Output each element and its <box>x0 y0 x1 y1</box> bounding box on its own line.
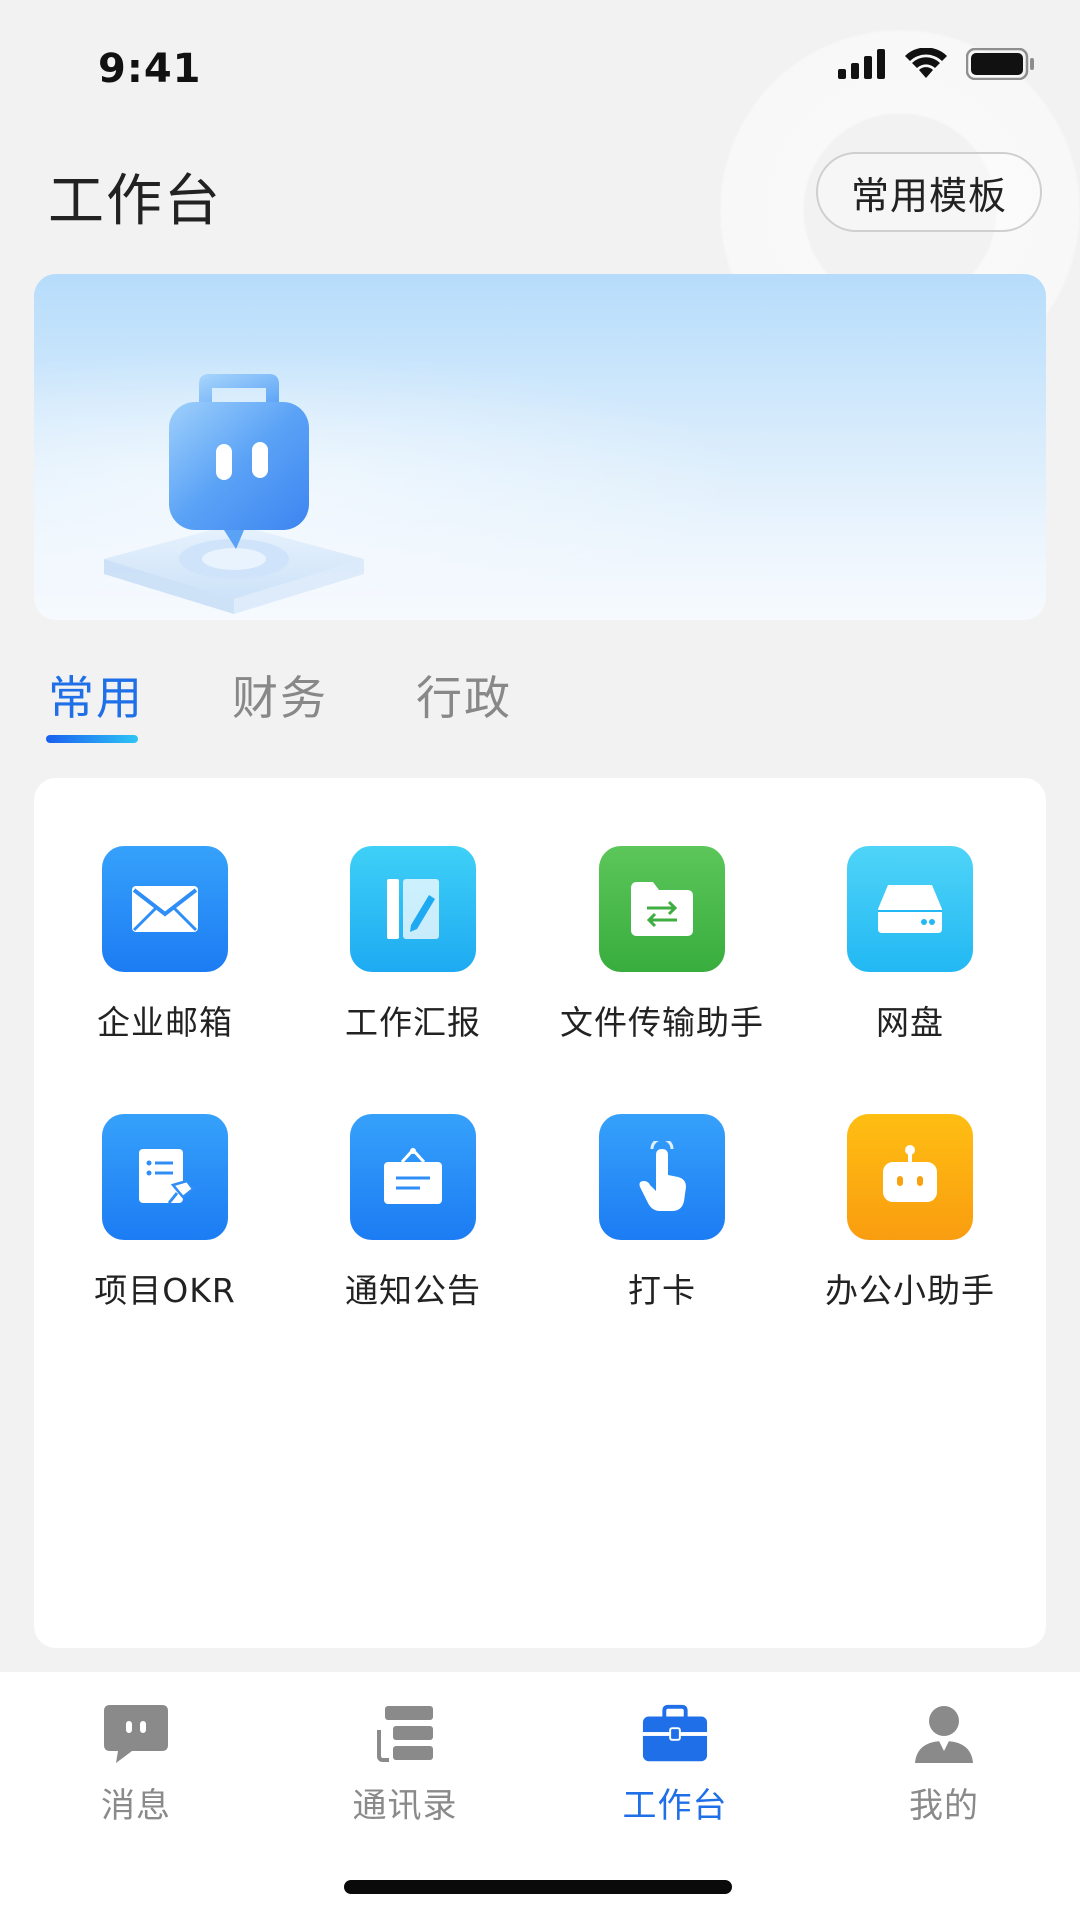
briefcase-mascot-illustration <box>104 374 364 614</box>
status-icons <box>838 48 1036 80</box>
tab-finance[interactable]: 财务 <box>232 662 328 728</box>
common-templates-button[interactable]: 常用模板 <box>816 152 1042 232</box>
status-time: 9:41 <box>98 46 202 92</box>
page-title: 工作台 <box>48 169 222 234</box>
app-work-report[interactable]: 工作汇报 <box>289 846 537 1066</box>
tab-administration[interactable]: 行政 <box>416 662 512 728</box>
active-tab-indicator <box>46 735 138 743</box>
app-label: 网盘 <box>876 1003 944 1042</box>
nav-item-workbench[interactable]: 工作台 <box>575 1700 775 1840</box>
apps-grid: 企业邮箱 工作汇报 文件传输助手 网盘 项目OKR 通知公告 打卡 办公小助手 <box>34 778 1046 1648</box>
cloud-drive-icon <box>847 846 973 972</box>
app-project-okr[interactable]: 项目OKR <box>41 1114 289 1334</box>
report-icon <box>350 846 476 972</box>
app-label: 企业邮箱 <box>97 1003 233 1042</box>
message-icon <box>102 1700 170 1768</box>
check-in-icon <box>599 1114 725 1240</box>
robot-icon <box>847 1114 973 1240</box>
app-label: 文件传输助手 <box>560 1003 764 1042</box>
briefcase-icon <box>641 1700 709 1768</box>
status-bar: 9:41 <box>0 0 1080 140</box>
banner[interactable] <box>34 274 1046 620</box>
nav-label: 我的 <box>909 1786 979 1826</box>
app-office-assistant[interactable]: 办公小助手 <box>786 1114 1034 1334</box>
app-label: 办公小助手 <box>825 1271 995 1310</box>
app-label: 打卡 <box>628 1271 696 1310</box>
nav-label: 通讯录 <box>352 1786 458 1826</box>
signal-icon <box>838 49 885 79</box>
battery-icon <box>966 48 1034 80</box>
okr-icon <box>102 1114 228 1240</box>
app-label: 项目OKR <box>94 1271 236 1310</box>
nav-item-contacts[interactable]: 通讯录 <box>305 1700 505 1840</box>
app-cloud-drive[interactable]: 网盘 <box>786 846 1034 1066</box>
nav-item-profile[interactable]: 我的 <box>844 1700 1044 1840</box>
wifi-icon <box>905 48 947 78</box>
app-notice-announcement[interactable]: 通知公告 <box>289 1114 537 1334</box>
home-indicator[interactable] <box>344 1880 732 1894</box>
announcement-icon <box>350 1114 476 1240</box>
contacts-icon <box>371 1700 439 1768</box>
mail-icon <box>102 846 228 972</box>
file-transfer-icon <box>599 846 725 972</box>
nav-label: 消息 <box>101 1786 171 1826</box>
app-label: 工作汇报 <box>345 1003 481 1042</box>
app-enterprise-mail[interactable]: 企业邮箱 <box>41 846 289 1066</box>
nav-label: 工作台 <box>622 1786 728 1826</box>
app-check-in[interactable]: 打卡 <box>538 1114 786 1334</box>
profile-icon <box>910 1700 978 1768</box>
app-label: 通知公告 <box>345 1271 481 1310</box>
tab-common[interactable]: 常用 <box>48 662 144 728</box>
nav-item-messages[interactable]: 消息 <box>36 1700 236 1840</box>
app-file-transfer[interactable]: 文件传输助手 <box>538 846 786 1066</box>
